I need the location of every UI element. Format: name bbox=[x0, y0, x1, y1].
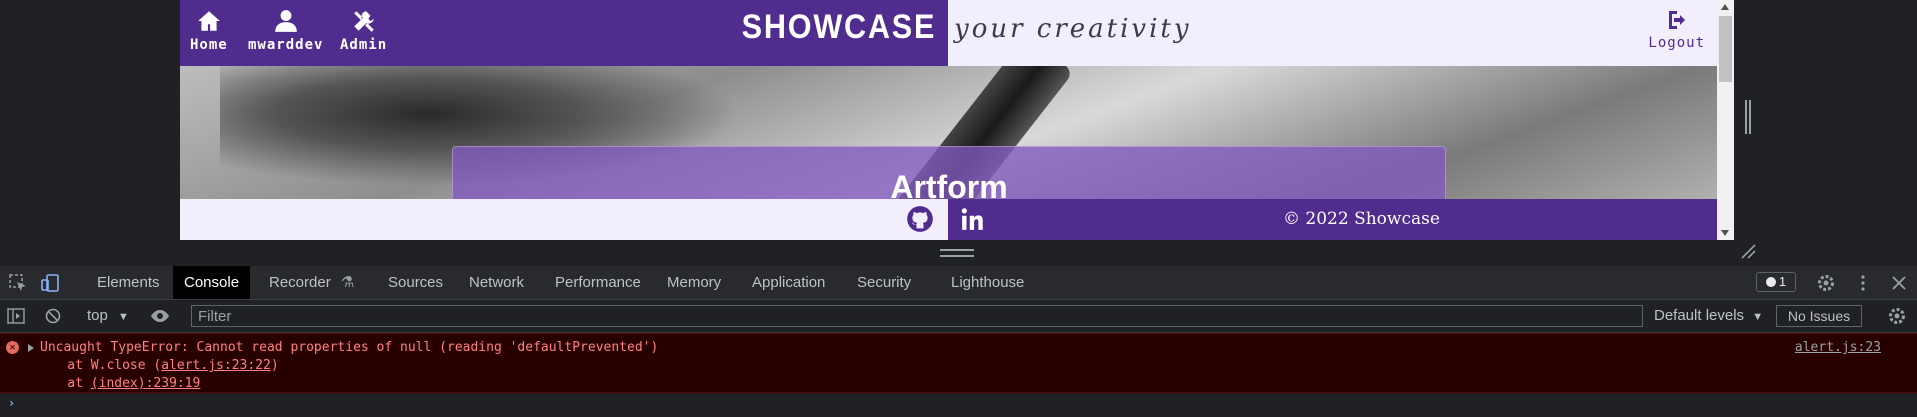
nav-admin[interactable]: Admin bbox=[340, 8, 387, 53]
issues-count: 1 bbox=[1778, 274, 1787, 289]
console-error-message[interactable]: ✕ Uncaught TypeError: Cannot read proper… bbox=[0, 333, 1917, 393]
error-source-link[interactable]: alert.js:23 bbox=[1795, 340, 1881, 355]
live-expression-eye-icon[interactable] bbox=[150, 306, 170, 326]
close-devtools-icon[interactable] bbox=[1889, 273, 1909, 293]
logout-button[interactable]: Logout bbox=[1648, 8, 1705, 51]
logout-label: Logout bbox=[1648, 35, 1705, 51]
nav-user[interactable]: mwarddev bbox=[248, 8, 323, 53]
nav-home-label: Home bbox=[190, 37, 228, 53]
console-filter-input[interactable] bbox=[191, 305, 1643, 327]
log-levels-dropdown[interactable]: Default levels ▼ bbox=[1654, 307, 1763, 324]
tab-lighthouse[interactable]: Lighthouse bbox=[940, 266, 1035, 299]
linkedin-icon[interactable] bbox=[960, 206, 986, 232]
nav-user-label: mwarddev bbox=[248, 37, 324, 53]
stack-frame-1-suffix: ) bbox=[270, 358, 279, 373]
page-scrollbar[interactable] bbox=[1717, 0, 1734, 240]
stack-frame-1-prefix: at W.close ( bbox=[36, 358, 162, 373]
context-selector-value: top bbox=[87, 307, 108, 324]
devtools-tabbar: Elements Console Recorder ⚗ Sources Netw… bbox=[0, 266, 1917, 300]
tools-icon bbox=[353, 11, 374, 32]
error-text: Uncaught TypeError: Cannot read properti… bbox=[40, 340, 659, 355]
context-selector[interactable]: top ▼ bbox=[87, 307, 129, 324]
footer-copyright: © 2022 Showcase bbox=[1283, 209, 1440, 229]
tab-performance[interactable]: Performance bbox=[544, 266, 652, 299]
site-brand[interactable]: SHOWCASE bbox=[741, 8, 936, 47]
clear-console-icon[interactable] bbox=[43, 306, 63, 326]
viewport-corner-resize-handle[interactable] bbox=[1740, 243, 1756, 259]
user-icon bbox=[274, 10, 297, 32]
header-right: your creativity Logout bbox=[948, 0, 1717, 66]
tab-application[interactable]: Application bbox=[741, 266, 836, 299]
logout-icon bbox=[1668, 11, 1685, 29]
inspect-element-icon[interactable] bbox=[8, 273, 28, 293]
hero-title: Artform bbox=[890, 169, 1008, 199]
site-header: Home mwarddev Admin SHOWCASE your creati… bbox=[180, 0, 1717, 66]
footer-left bbox=[180, 199, 948, 240]
viewport-height-resize-handle[interactable] bbox=[940, 249, 974, 257]
expand-triangle-icon[interactable] bbox=[28, 344, 34, 352]
issues-counter-button[interactable]: 1 bbox=[1756, 272, 1796, 292]
scroll-thumb[interactable] bbox=[1719, 16, 1732, 82]
issue-dot-icon bbox=[1765, 277, 1776, 287]
tab-security[interactable]: Security bbox=[846, 266, 922, 299]
error-icon: ✕ bbox=[6, 341, 19, 354]
nav-admin-label: Admin bbox=[340, 37, 388, 53]
tab-elements[interactable]: Elements bbox=[86, 266, 171, 299]
stack-frame-2-prefix: at bbox=[36, 376, 91, 391]
viewport-width-resize-handle[interactable] bbox=[1745, 100, 1751, 134]
github-icon[interactable] bbox=[906, 205, 934, 233]
footer-right: © 2022 Showcase bbox=[948, 199, 1717, 240]
stack-frame-1: at W.close (alert.js:23:22) bbox=[36, 358, 279, 373]
devtools-panel: Elements Console Recorder ⚗ Sources Netw… bbox=[0, 266, 1917, 417]
stack-frame-2-link[interactable]: (index):239:19 bbox=[91, 376, 201, 391]
log-levels-value: Default levels bbox=[1654, 307, 1745, 324]
issues-button[interactable]: No Issues bbox=[1776, 305, 1862, 327]
tab-sources[interactable]: Sources bbox=[377, 266, 454, 299]
console-toolbar: top ▼ Default levels ▼ No Issues bbox=[0, 300, 1917, 333]
site-tagline: your creativity bbox=[954, 14, 1192, 44]
stack-frame-1-link[interactable]: alert.js:23:22 bbox=[161, 358, 271, 373]
console-prompt[interactable]: › bbox=[8, 396, 15, 410]
nav-home[interactable]: Home bbox=[190, 8, 228, 53]
site-footer: © 2022 Showcase bbox=[180, 199, 1717, 240]
home-icon bbox=[198, 11, 220, 31]
more-options-icon[interactable] bbox=[1853, 273, 1873, 293]
tab-recorder-label: Recorder bbox=[269, 274, 331, 291]
hero-card: Artform bbox=[452, 146, 1446, 199]
stack-frame-2: at (index):239:19 bbox=[36, 376, 200, 391]
experiment-flask-icon: ⚗ bbox=[340, 274, 355, 291]
scroll-up-arrow[interactable] bbox=[1721, 4, 1729, 10]
tab-recorder[interactable]: Recorder ⚗ bbox=[258, 266, 365, 299]
hero-banner: Artform bbox=[180, 66, 1717, 199]
chevron-down-icon: ▼ bbox=[118, 311, 129, 323]
tab-console[interactable]: Console bbox=[173, 266, 251, 299]
settings-gear-icon[interactable] bbox=[1816, 273, 1836, 293]
page-viewport: Home mwarddev Admin SHOWCASE your creati… bbox=[180, 0, 1717, 240]
tab-memory[interactable]: Memory bbox=[656, 266, 732, 299]
console-settings-gear-icon[interactable] bbox=[1887, 306, 1907, 326]
header-nav: Home mwarddev Admin SHOWCASE bbox=[180, 0, 948, 66]
tab-network[interactable]: Network bbox=[458, 266, 535, 299]
sidebar-toggle-icon[interactable] bbox=[6, 306, 26, 326]
chevron-down-icon: ▼ bbox=[1752, 311, 1764, 323]
device-toolbar-icon[interactable] bbox=[40, 273, 60, 293]
scroll-down-arrow[interactable] bbox=[1721, 230, 1729, 236]
